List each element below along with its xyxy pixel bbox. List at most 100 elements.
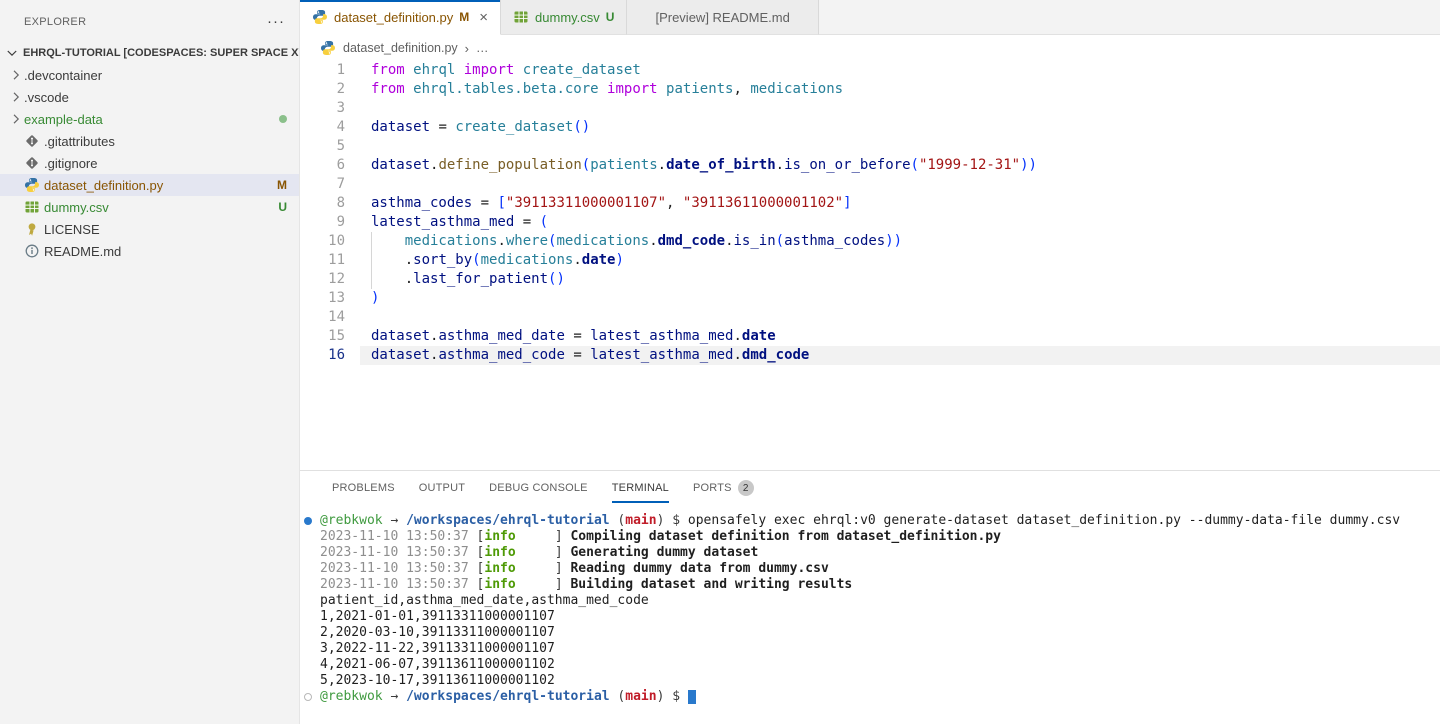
line-number: 15 — [300, 327, 360, 346]
terminal[interactable]: @rebkwok → /workspaces/ehrql-tutorial (m… — [300, 505, 1440, 724]
workspace-header[interactable]: EHRQL-TUTORIAL [CODESPACES: SUPER SPACE … — [0, 42, 299, 64]
terminal-line: 2023-11-10 13:50:37 [info ] Reading dumm… — [304, 561, 1440, 577]
line-number: 6 — [300, 156, 360, 175]
explorer-item-dataset-definition-py[interactable]: dataset_definition.py M — [0, 174, 299, 196]
line-number: 10 — [300, 232, 360, 251]
terminal-line: 5,2023-10-17,39113611000001102 — [304, 673, 1440, 689]
code-line-14[interactable]: 14 — [300, 308, 1440, 327]
explorer-item--gitignore[interactable]: .gitignore — [0, 152, 299, 174]
explorer-item--devcontainer[interactable]: .devcontainer — [0, 64, 299, 86]
chevron-right-icon — [8, 89, 24, 105]
file-name: README.md — [44, 244, 287, 259]
code-text — [360, 137, 371, 156]
code-line-5[interactable]: 5 — [300, 137, 1440, 156]
explorer-header: EXPLORER ··· — [0, 0, 299, 42]
explorer-item-license[interactable]: LICENSE — [0, 218, 299, 240]
code-text: medications.where(medications.dmd_code.i… — [360, 232, 902, 251]
command-decoration-hollow-icon — [304, 693, 312, 701]
code-editor[interactable]: 1from ehrql import create_dataset2from e… — [300, 61, 1440, 470]
explorer-item--gitattributes[interactable]: .gitattributes — [0, 130, 299, 152]
explorer-item-readme-md[interactable]: README.md — [0, 240, 299, 262]
code-line-11[interactable]: 11 .sort_by(medications.date) — [300, 251, 1440, 270]
code-line-4[interactable]: 4dataset = create_dataset() — [300, 118, 1440, 137]
git-status-badge: U — [606, 10, 615, 24]
tab-label: dataset_definition.py — [334, 10, 453, 25]
close-icon[interactable]: × — [479, 9, 488, 26]
code-line-3[interactable]: 3 — [300, 99, 1440, 118]
panel-tab-terminal[interactable]: TERMINAL — [600, 471, 681, 505]
explorer-item-dummy-csv[interactable]: dummy.csvU — [0, 196, 299, 218]
chevron-down-icon — [4, 45, 20, 61]
code-text: from ehrql import create_dataset — [360, 61, 641, 80]
panel-tab-problems[interactable]: PROBLEMS — [320, 471, 407, 505]
command-decoration-filled-icon — [304, 517, 312, 525]
code-line-2[interactable]: 2from ehrql.tables.beta.core import pati… — [300, 80, 1440, 99]
ports-count-badge: 2 — [738, 480, 754, 496]
breadcrumb-separator: › — [465, 41, 469, 56]
code-text: dataset.asthma_med_date = latest_asthma_… — [360, 327, 776, 346]
panel-tab-debug-console[interactable]: DEBUG CONSOLE — [477, 471, 600, 505]
code-line-15[interactable]: 15dataset.asthma_med_date = latest_asthm… — [300, 327, 1440, 346]
tab-label: [Preview] README.md — [655, 10, 789, 25]
code-line-10[interactable]: 10 medications.where(medications.dmd_cod… — [300, 232, 1440, 251]
line-number: 3 — [300, 99, 360, 118]
explorer-item--vscode[interactable]: .vscode — [0, 86, 299, 108]
code-text: ) — [360, 289, 379, 308]
code-line-6[interactable]: 6dataset.define_population(patients.date… — [300, 156, 1440, 175]
line-number: 9 — [300, 213, 360, 232]
breadcrumb-more[interactable]: … — [476, 41, 489, 55]
terminal-line: 2023-11-10 13:50:37 [info ] Compiling da… — [304, 529, 1440, 545]
indent-guide — [371, 232, 372, 289]
file-name: dataset_definition.py — [44, 178, 271, 193]
file-name: dummy.csv — [44, 200, 272, 215]
line-number: 2 — [300, 80, 360, 99]
workspace-label: EHRQL-TUTORIAL [CODESPACES: SUPER SPACE … — [23, 47, 299, 59]
file-tree: .devcontainer.vscode example-data .gitattr… — [0, 64, 299, 262]
code-line-7[interactable]: 7 — [300, 175, 1440, 194]
code-line-12[interactable]: 12 .last_for_patient() — [300, 270, 1440, 289]
code-text: dataset.define_population(patients.date_… — [360, 156, 1037, 175]
line-number: 12 — [300, 270, 360, 289]
explorer-item-example-data[interactable]: example-data — [0, 108, 299, 130]
panel-tab-bar: PROBLEMS OUTPUT DEBUG CONSOLE TERMINAL PORTS… — [300, 471, 1440, 505]
editor-group: dataset_definition.pyM×dummy.csvU [Previe… — [300, 0, 1440, 724]
git-icon — [24, 133, 40, 149]
code-line-1[interactable]: 1from ehrql import create_dataset — [300, 61, 1440, 80]
code-text: latest_asthma_med = ( — [360, 213, 548, 232]
panel-tab-label: OUTPUT — [419, 473, 465, 503]
git-status-badge: M — [277, 178, 287, 192]
panel-tab-label: TERMINAL — [612, 473, 669, 503]
code-text: from ehrql.tables.beta.core import patie… — [360, 80, 843, 99]
chevron-right-icon — [8, 67, 24, 83]
chevron-down-icon — [4, 45, 20, 61]
code-text: .last_for_patient() — [360, 270, 565, 289]
code-text — [360, 99, 371, 118]
tab-bar-filler — [819, 0, 1440, 35]
panel-tab-ports[interactable]: PORTS 2 — [681, 471, 766, 505]
file-name: LICENSE — [44, 222, 287, 237]
tab-dataset-definition-py[interactable]: dataset_definition.pyM× — [300, 0, 501, 35]
code-line-13[interactable]: 13) — [300, 289, 1440, 308]
tab--preview-readme-md[interactable]: [Preview] README.md — [627, 0, 818, 35]
panel-tab-output[interactable]: OUTPUT — [407, 471, 477, 505]
explorer-sidebar: EXPLORER ··· EHRQL-TUTORIAL [CODESPACES:… — [0, 0, 300, 724]
bottom-panel: PROBLEMS OUTPUT DEBUG CONSOLE TERMINAL PORTS… — [300, 470, 1440, 724]
line-number: 14 — [300, 308, 360, 327]
panel-tab-label: PORTS — [693, 473, 732, 503]
tab-dummy-csv[interactable]: dummy.csvU — [501, 0, 627, 35]
code-line-9[interactable]: 9latest_asthma_med = ( — [300, 213, 1440, 232]
terminal-line: @rebkwok → /workspaces/ehrql-tutorial (m… — [304, 689, 1440, 705]
terminal-line: 3,2022-11-22,39113311000001107 — [304, 641, 1440, 657]
terminal-cursor — [688, 690, 696, 704]
python-icon — [320, 40, 336, 56]
ellipsis-icon[interactable]: ··· — [267, 17, 285, 27]
code-line-8[interactable]: 8asthma_codes = ["39113311000001107", "3… — [300, 194, 1440, 213]
python-icon — [24, 177, 40, 193]
file-name: example-data — [24, 112, 273, 127]
breadcrumb-file[interactable]: dataset_definition.py — [343, 41, 458, 55]
terminal-line: @rebkwok → /workspaces/ehrql-tutorial (m… — [304, 513, 1440, 529]
code-text: .sort_by(medications.date) — [360, 251, 624, 270]
file-name: .gitignore — [44, 156, 287, 171]
code-text — [360, 308, 371, 327]
code-line-16[interactable]: 16dataset.asthma_med_code = latest_asthm… — [300, 346, 1440, 365]
